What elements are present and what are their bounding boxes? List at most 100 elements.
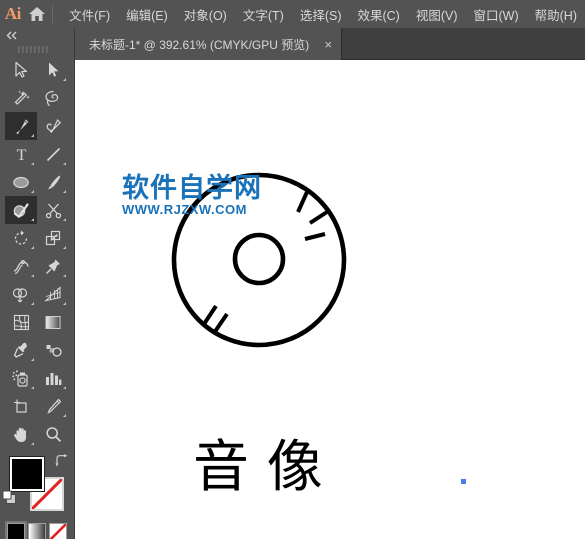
color-mode-swatch[interactable] (5, 521, 28, 539)
tool-eyedropper[interactable] (5, 336, 37, 364)
tool-paintbrush[interactable] (37, 168, 69, 196)
tool-magic-wand[interactable] (5, 84, 37, 112)
tool-rotate[interactable] (5, 224, 37, 252)
tool-width[interactable] (5, 252, 37, 280)
menu-item-file[interactable]: 文件(F) (61, 1, 118, 28)
tool-selection[interactable] (5, 56, 37, 84)
tool-flyout-indicator (63, 162, 66, 165)
anchor-point-marker[interactable] (461, 479, 466, 484)
document-tab-title: 未标题-1* @ 392.61% (CMYK/GPU 预览) (89, 37, 310, 52)
line-segment-icon (46, 147, 60, 161)
tool-scale[interactable] (37, 224, 69, 252)
tool-curvature[interactable] (37, 112, 69, 140)
tool-flyout-indicator (63, 386, 66, 389)
disc-outer-circle (171, 172, 347, 348)
perspective-grid-icon (44, 285, 61, 301)
tool-free-transform[interactable] (37, 252, 69, 280)
tool-flyout-indicator (63, 246, 66, 249)
illustrator-window: Ai 文件(F) 编辑(E) 对象(O) 文字(T) 选择(S) 效果(C) 视… (0, 0, 585, 539)
slice-knife-icon (46, 398, 61, 414)
selection-arrow-icon (15, 61, 28, 78)
none-mode-swatch[interactable] (48, 523, 67, 539)
shaper-icon (13, 202, 29, 218)
blend-icon (46, 344, 62, 357)
tool-gradient[interactable] (37, 308, 69, 336)
artwork-text-object[interactable]: 音 像 (193, 440, 323, 496)
width-tool-icon (13, 259, 29, 274)
home-icon[interactable] (26, 0, 49, 28)
menu-item-view[interactable]: 视图(V) (408, 1, 466, 28)
tool-flyout-indicator (31, 134, 34, 137)
menu-item-edit[interactable]: 编辑(E) (118, 1, 176, 28)
tool-ellipse[interactable] (5, 168, 37, 196)
tool-type[interactable]: T (5, 140, 37, 168)
tool-hand[interactable] (5, 420, 37, 448)
svg-text:T: T (16, 147, 26, 164)
menu-item-type[interactable]: 文字(T) (235, 1, 292, 28)
app-logo: Ai (4, 4, 21, 23)
tool-flyout-indicator (63, 414, 66, 417)
tool-pen[interactable] (5, 112, 37, 140)
tool-zoom[interactable] (37, 420, 69, 448)
default-fill-stroke-icon[interactable] (2, 490, 18, 511)
document-tab-bar: 未标题-1* @ 392.61% (CMYK/GPU 预览) × (75, 28, 585, 60)
fill-swatch[interactable] (10, 457, 44, 491)
menu-item-select[interactable]: 选择(S) (292, 1, 350, 28)
menu-item-object[interactable]: 对象(O) (176, 1, 235, 28)
tool-flyout-indicator (31, 358, 34, 361)
paintbrush-icon (47, 175, 60, 189)
tool-slice[interactable] (37, 392, 69, 420)
tool-flyout-indicator (63, 274, 66, 277)
ellipse-icon (13, 176, 29, 188)
rotate-icon (14, 230, 27, 245)
shape-builder-icon (12, 287, 28, 302)
tool-lasso[interactable] (37, 84, 69, 112)
menu-bar: Ai 文件(F) 编辑(E) 对象(O) 文字(T) 选择(S) 效果(C) 视… (0, 0, 585, 28)
tool-flyout-indicator (63, 218, 66, 221)
tool-direct-selection[interactable] (37, 56, 69, 84)
tool-grid: T (0, 56, 74, 448)
tool-flyout-indicator (31, 218, 34, 221)
home-glyph (29, 7, 46, 21)
tool-flyout-indicator (31, 302, 34, 305)
tool-artboard[interactable] (5, 392, 37, 420)
mesh-icon (13, 314, 29, 330)
document-canvas[interactable]: 软件自学网 WWW.RJZXW.COM 音 像 (75, 60, 585, 539)
close-icon[interactable]: × (321, 38, 335, 51)
scissors-icon (45, 203, 61, 218)
tool-flyout-indicator (63, 302, 66, 305)
panel-drag-grip[interactable] (0, 42, 74, 56)
artboard-icon (14, 399, 27, 413)
swap-arrow-glyph (55, 454, 68, 467)
zoom-magnifier-icon (45, 426, 61, 442)
default-colors-glyph (2, 490, 16, 504)
tool-flyout-indicator (63, 78, 66, 81)
type-icon: T (16, 147, 26, 164)
document-tab[interactable]: 未标题-1* @ 392.61% (CMYK/GPU 预览) × (75, 28, 343, 60)
color-mode-row (0, 520, 74, 539)
tool-mesh[interactable] (5, 308, 37, 336)
none-slash-icon (49, 524, 66, 539)
tool-flyout-indicator (63, 190, 66, 193)
tool-flyout-indicator (31, 246, 34, 249)
tool-blend[interactable] (37, 336, 69, 364)
fill-stroke-controls (0, 454, 74, 520)
scale-icon (45, 230, 60, 245)
menu-item-help[interactable]: 帮助(H) (527, 1, 585, 28)
menu-item-effect[interactable]: 效果(C) (349, 1, 407, 28)
grip-dots-icon (18, 45, 48, 53)
gradient-icon (45, 315, 61, 329)
tool-symbol-sprayer[interactable] (5, 364, 37, 392)
tool-flyout-indicator (31, 162, 34, 165)
tool-shape-builder[interactable] (5, 280, 37, 308)
eyedropper-icon (13, 342, 27, 358)
tool-column-graph[interactable] (37, 364, 69, 392)
menu-item-window[interactable]: 窗口(W) (466, 1, 527, 28)
tool-shaper[interactable] (5, 196, 37, 224)
gradient-mode-swatch[interactable] (27, 523, 46, 539)
swap-fill-stroke-icon[interactable] (55, 454, 69, 473)
tool-perspective-grid[interactable] (37, 280, 69, 308)
tool-scissors[interactable] (37, 196, 69, 224)
tool-line-segment[interactable] (37, 140, 69, 168)
collapse-panel-button[interactable] (0, 28, 74, 42)
